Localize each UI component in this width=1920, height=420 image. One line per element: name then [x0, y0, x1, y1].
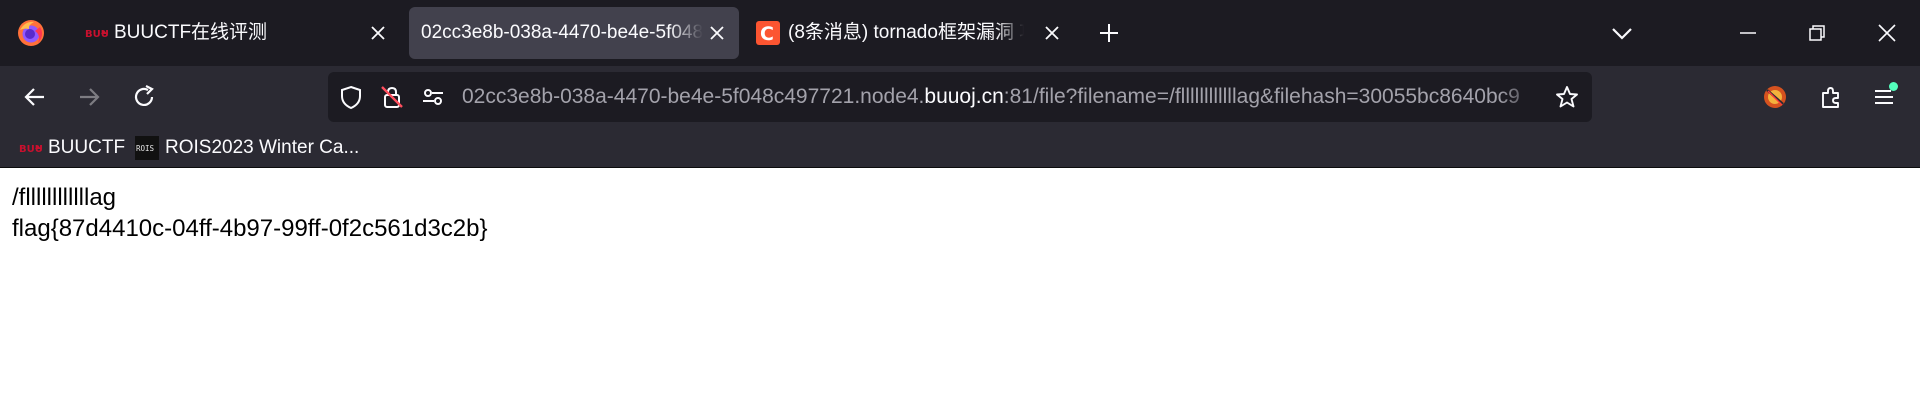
extensions-puzzle-icon[interactable]	[1818, 84, 1844, 110]
insecure-lock-icon[interactable]	[379, 84, 405, 110]
extension-addon-icon[interactable]	[1762, 84, 1788, 110]
tab-buuctf[interactable]: BUU BUUCTF在线评测	[74, 7, 394, 59]
buuctf-favicon-icon: BUU	[85, 29, 108, 40]
buuctf-favicon-icon: BUU	[19, 144, 42, 155]
bookmarks-toolbar: BUU BUUCTF ROIS ROIS2023 Winter Ca...	[0, 128, 1920, 168]
flag-line: flag{87d4410c-04ff-4b97-99ff-0f2c561d3c2…	[12, 215, 488, 242]
new-tab-plus-icon[interactable]	[1096, 20, 1122, 46]
back-icon[interactable]	[22, 84, 48, 110]
svg-text:BUU: BUU	[19, 144, 42, 155]
tab-csdn[interactable]: C (8条消息) tornado框架漏洞 攻防世界	[746, 7, 1066, 59]
permissions-sliders-icon[interactable]	[420, 84, 446, 110]
rois-favicon-icon: ROIS	[135, 136, 159, 160]
restore-window-icon[interactable]	[1806, 22, 1828, 44]
csdn-c-favicon-icon: C	[756, 21, 780, 45]
tracking-protection-shield-icon[interactable]	[338, 84, 364, 110]
bookmark-rois2023[interactable]: ROIS ROIS2023 Winter Ca...	[135, 134, 359, 162]
url-host: buuoj.cn	[924, 85, 1004, 108]
tab-title: BUUCTF在线评测	[114, 22, 268, 43]
page-content: /fllllllllllllag flag{87d4410c-04ff-4b97…	[0, 169, 1920, 420]
firefox-logo-icon[interactable]	[16, 18, 46, 48]
svg-text:C: C	[760, 23, 774, 45]
close-tab-icon[interactable]	[1042, 23, 1062, 43]
file-path-line: /fllllllllllllag	[12, 184, 117, 211]
bookmark-label: ROIS2023 Winter Ca...	[165, 137, 360, 158]
minimize-window-icon[interactable]	[1737, 22, 1759, 44]
navigation-toolbar: 02cc3e8b-038a-4470-be4e-5f048c497721.nod…	[0, 66, 1920, 128]
close-window-icon[interactable]	[1876, 22, 1898, 44]
bookmark-star-icon[interactable]	[1554, 84, 1580, 110]
tab-title: (8条消息) tornado框架漏洞 攻防世界	[788, 22, 1024, 43]
close-tab-icon[interactable]	[707, 23, 727, 43]
tab-active-file[interactable]: 02cc3e8b-038a-4470-be4e-5f048c497721.nod…	[409, 7, 739, 59]
forward-icon	[80, 88, 100, 106]
tab-title: 02cc3e8b-038a-4470-be4e-5f048c497721.nod…	[421, 22, 703, 43]
rois-favicon-text: ROIS	[136, 144, 155, 153]
close-tab-icon[interactable]	[368, 23, 388, 43]
update-badge-dot	[1889, 82, 1898, 91]
bookmark-buuctf[interactable]: BUU BUUCTF	[18, 134, 125, 162]
url-bar[interactable]: 02cc3e8b-038a-4470-be4e-5f048c497721.nod…	[328, 72, 1592, 122]
list-all-tabs-chevron-down-icon[interactable]	[1610, 22, 1634, 44]
url-subdomain: 02cc3e8b-038a-4470-be4e-5f048c497721.nod…	[462, 85, 925, 108]
svg-text:BUU: BUU	[85, 29, 108, 40]
url-text[interactable]: 02cc3e8b-038a-4470-be4e-5f048c497721.nod…	[462, 84, 1542, 110]
reload-icon[interactable]	[131, 84, 157, 110]
tab-strip: BUU BUUCTF在线评测 02cc3e8b-038a-4470-be4e-5…	[0, 0, 1920, 66]
bookmark-label: BUUCTF	[48, 137, 126, 158]
url-path: :81/file?filename=/fllllllllllllag&fileh…	[1003, 85, 1520, 108]
file-output: /fllllllllllllag flag{87d4410c-04ff-4b97…	[12, 182, 488, 244]
